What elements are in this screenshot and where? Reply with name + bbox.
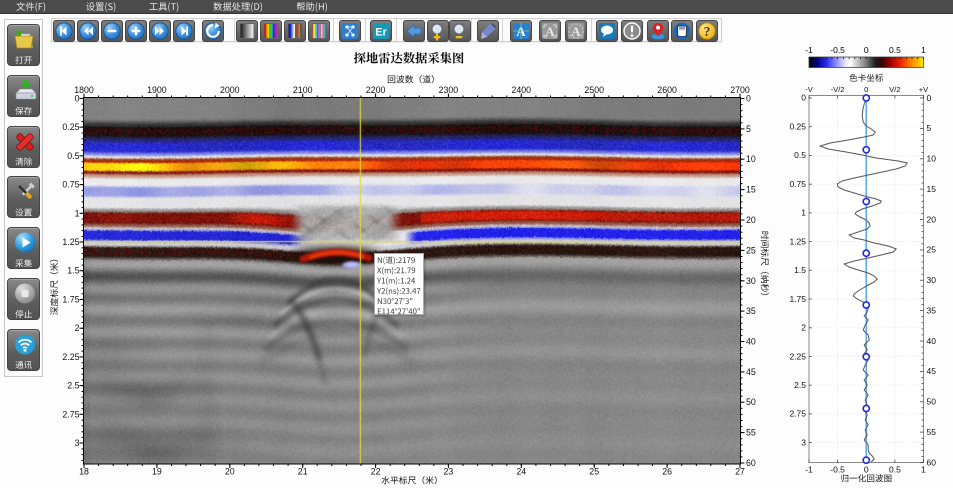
svg-text:-1: -1 <box>805 465 813 475</box>
svg-text:40: 40 <box>746 337 756 347</box>
svg-text:2: 2 <box>75 323 80 333</box>
svg-text:-0.5: -0.5 <box>830 45 845 55</box>
svg-text:35: 35 <box>746 306 756 316</box>
svg-text:2.5: 2.5 <box>67 381 79 391</box>
svg-text:0.5: 0.5 <box>794 150 806 160</box>
svg-text:60: 60 <box>927 457 937 467</box>
svg-text:10: 10 <box>927 154 937 164</box>
svg-text:0: 0 <box>746 94 751 104</box>
svg-text:5: 5 <box>746 124 751 134</box>
svg-text:0: 0 <box>75 93 80 103</box>
svg-text:2: 2 <box>801 323 806 333</box>
svg-text:0: 0 <box>801 93 806 103</box>
svg-text:-V: -V <box>805 85 813 94</box>
svg-text:0.5: 0.5 <box>67 151 79 161</box>
svg-text:2.75: 2.75 <box>62 409 79 419</box>
svg-text:-0.5: -0.5 <box>830 465 845 475</box>
svg-text:V/2: V/2 <box>889 85 900 94</box>
svg-text:20: 20 <box>746 215 756 225</box>
svg-text:60: 60 <box>746 458 756 468</box>
svg-text:0.25: 0.25 <box>789 122 806 132</box>
svg-text:1.25: 1.25 <box>62 237 79 247</box>
svg-text:0.5: 0.5 <box>889 465 901 475</box>
svg-text:0: 0 <box>864 85 868 94</box>
svg-text:15: 15 <box>746 185 756 195</box>
svg-text:0: 0 <box>864 45 869 55</box>
svg-text:25: 25 <box>927 245 937 255</box>
svg-text:0.75: 0.75 <box>789 179 806 189</box>
svg-text:1.5: 1.5 <box>67 266 79 276</box>
svg-text:0: 0 <box>927 93 932 103</box>
svg-text:10: 10 <box>746 154 756 164</box>
svg-text:3: 3 <box>75 438 80 448</box>
svg-text:30: 30 <box>746 276 756 286</box>
svg-text:2.5: 2.5 <box>794 380 806 390</box>
svg-text:15: 15 <box>927 184 937 194</box>
svg-text:5: 5 <box>927 123 932 133</box>
svg-text:1.5: 1.5 <box>794 265 806 275</box>
svg-text:45: 45 <box>746 367 756 377</box>
svg-text:-1: -1 <box>805 45 813 55</box>
svg-text:0: 0 <box>864 465 869 475</box>
svg-text:1: 1 <box>921 45 926 55</box>
svg-text:1.75: 1.75 <box>62 294 79 304</box>
svg-text:2.25: 2.25 <box>789 351 806 361</box>
svg-text:40: 40 <box>927 336 937 346</box>
svg-text:55: 55 <box>927 427 937 437</box>
svg-text:55: 55 <box>746 428 756 438</box>
svg-text:1.75: 1.75 <box>789 294 806 304</box>
svg-text:30: 30 <box>927 275 937 285</box>
svg-text:25: 25 <box>746 245 756 255</box>
svg-text:1: 1 <box>921 465 926 475</box>
svg-text:1.25: 1.25 <box>789 236 806 246</box>
svg-text:45: 45 <box>927 366 937 376</box>
svg-text:50: 50 <box>927 397 937 407</box>
svg-text:1: 1 <box>801 208 806 218</box>
svg-text:3: 3 <box>801 437 806 447</box>
svg-text:50: 50 <box>746 397 756 407</box>
svg-text:0.5: 0.5 <box>889 45 901 55</box>
svg-text:-V/2: -V/2 <box>831 85 845 94</box>
svg-text:20: 20 <box>927 214 937 224</box>
svg-text:1: 1 <box>75 208 80 218</box>
svg-text:0.25: 0.25 <box>62 122 79 132</box>
svg-text:35: 35 <box>927 305 937 315</box>
svg-text:0.75: 0.75 <box>62 180 79 190</box>
svg-text:2.75: 2.75 <box>789 409 806 419</box>
svg-text:2.25: 2.25 <box>62 352 79 362</box>
